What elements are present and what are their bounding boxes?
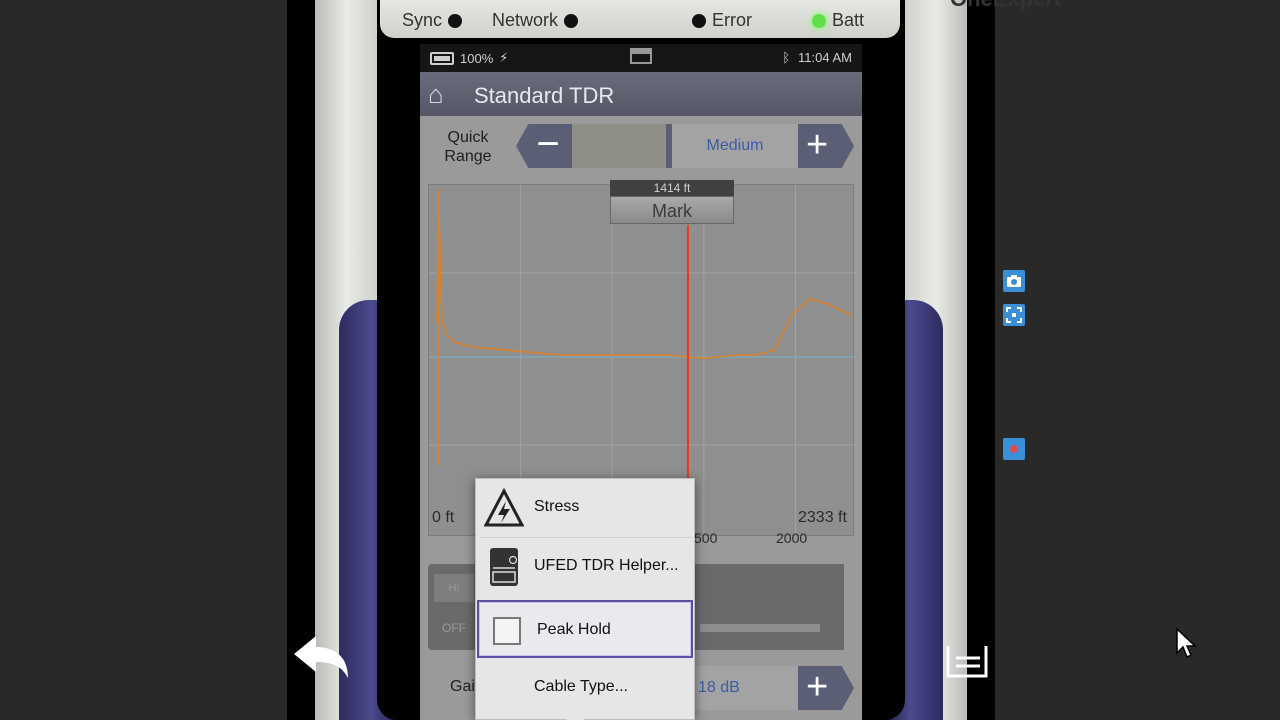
led-sync-label: Sync [402,10,443,30]
hi-off-toggle[interactable]: HI OFF [428,564,480,650]
quick-range-slider-track[interactable] [572,124,670,168]
led-sync: Sync [402,10,463,31]
gain-label: Gai [450,678,475,695]
peak-hold-checkbox-icon[interactable] [493,617,521,645]
led-batt-dot [812,13,826,28]
warning-triangle-icon [484,487,524,527]
level-bar [700,624,820,632]
title-bar: ⌂ Standard TDR [420,72,862,116]
clock-area: ᛒ 11:04 AM [782,50,852,65]
device-brand: OneExpert [950,0,1061,12]
toggle-off[interactable]: OFF [434,614,474,642]
menu-item-peak-hold[interactable]: Peak Hold [477,600,693,658]
menu-item-stress[interactable]: Stress [476,479,694,537]
axis-left-label: 0 ft [432,509,455,526]
menu-item-peak-hold-label: Peak Hold [537,621,611,638]
led-batt: Batt [812,10,864,31]
menu-item-stress-label: Stress [534,498,580,515]
quick-range-value: Medium [672,124,798,168]
battery-icon [430,51,454,65]
battery-status: 100% ⚡ [430,50,508,66]
menu-lines-icon[interactable] [944,644,990,680]
record-button[interactable] [1003,438,1025,460]
record-icon [1010,445,1018,453]
led-network: Network [492,10,579,31]
notification-tray-icon[interactable] [630,48,652,64]
led-error-label: Error [712,10,752,30]
mouse-cursor-icon [1176,628,1197,659]
app-stage: OneExpert Sync Network Error Batt 100% ⚡ [0,0,1280,720]
led-error: Error [692,10,752,31]
marker-distance: 1414 ft [610,180,734,196]
status-bar: 100% ⚡ ᛒ 11:04 AM [420,44,862,72]
led-sync-dot [448,13,463,28]
x-tick-2000: 2000 [776,530,808,546]
menu-item-cable-type[interactable]: Cable Type... [476,659,694,717]
quick-range-increase-button[interactable]: + [798,124,854,168]
toggle-hi[interactable]: HI [434,574,474,602]
axis-right-label: 2333 ft [798,509,847,526]
menu-item-cable-type-label: Cable Type... [534,678,628,695]
x-tick-500: 500 [694,530,718,546]
led-network-label: Network [492,10,559,30]
led-batt-label: Batt [832,10,865,30]
led-network-dot [564,13,579,28]
quick-range-decrease-button[interactable]: − [516,124,572,168]
camera-icon [1007,275,1021,287]
fullscreen-icon [1006,307,1022,323]
gain-increase-button[interactable]: + [798,666,854,710]
page-title: Standard TDR [474,83,615,108]
bluetooth-icon: ᛒ [782,50,791,65]
gain-value: 18 dB [690,666,798,710]
level-panel [690,564,844,650]
marker-label: Mark [610,196,734,224]
clock-time: 11:04 AM [798,50,852,65]
quick-range-label: Quick Range [444,129,492,165]
led-error-dot [692,13,706,28]
charging-bolt-icon: ⚡ [499,50,509,65]
device-icon [490,548,518,586]
led-strip: OneExpert Sync Network Error Batt [380,0,1061,38]
context-menu: Stress UFED TDR Helper... Peak Hold Cabl… [475,478,695,720]
marker-tab[interactable]: 1414 ft Mark [610,180,734,226]
home-icon[interactable]: ⌂ [428,81,444,107]
camera-button[interactable] [1003,270,1025,292]
fullscreen-button[interactable] [1003,304,1025,326]
battery-percent: 100% [460,50,494,66]
menu-item-ufed-label: UFED TDR Helper... [534,557,679,574]
menu-item-ufed-tdr-helper[interactable]: UFED TDR Helper... [476,538,694,596]
back-arrow-icon[interactable] [290,632,352,684]
